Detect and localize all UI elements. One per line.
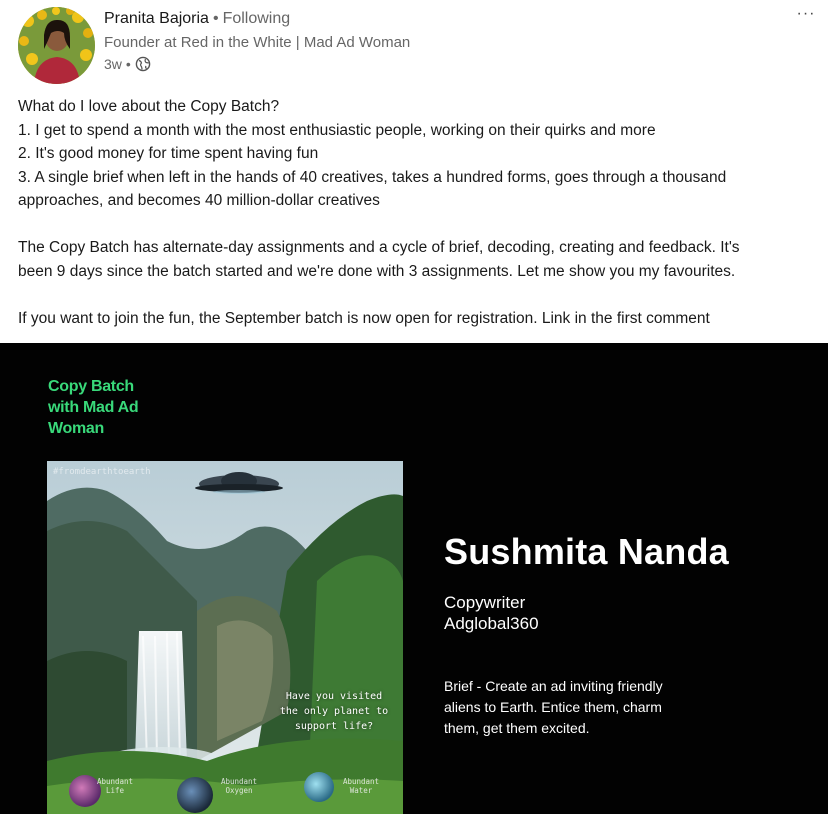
author-name[interactable]: Pranita Bajoria [104,10,209,27]
question-line: Have you visited [285,691,383,702]
brand-label: Copy Batch with Mad Ad Woman [48,376,188,439]
hashtag-label: #fromdearthtoearth [53,467,151,477]
author-headline: Founder at Red in the White | Mad Ad Wom… [104,34,411,51]
ad-creative-image: #fromdearthtoearth Have you visited the … [47,461,403,814]
post-meta: 3w • [104,56,151,72]
post-line: been 9 days since the batch started and … [18,262,736,280]
brand-line: with Mad Ad [48,399,139,416]
post-line: 2. It's good money for time spent having… [18,145,319,162]
post-media[interactable]: Copy Batch with Mad Ad Woman #fromdearth… [0,343,828,814]
post-header: Pranita Bajoria • Following Founder at Red… [0,0,828,92]
badge-line: Abundant [342,777,380,786]
question-line: support life? [294,721,374,732]
question-line: the only planet to [279,706,389,717]
brand-line: Copy Batch [48,378,134,395]
brief-line: aliens to Earth. Entice them, charm [444,699,662,715]
post-time: 3w [104,56,122,72]
post-text: What do I love about the Copy Batch? 1. … [18,95,818,330]
badge-abundant-oxygen: Abundant Oxygen [211,777,267,795]
follow-status: Following [222,10,291,27]
time-separator: • [125,56,131,72]
name-separator: • [212,10,219,27]
brief-text: Brief - Create an ad inviting friendly a… [444,676,744,739]
more-options-button[interactable]: ··· [794,6,818,26]
post-line: What do I love about the Copy Batch? [18,98,280,115]
badge-line: Oxygen [225,786,253,795]
author-avatar[interactable] [18,7,95,84]
ad-landscape-illustration [47,461,403,814]
featured-person-name: Sushmita Nanda [444,531,729,572]
featured-person-company: Adglobal360 [444,614,539,633]
badge-line: Life [105,786,125,795]
post-line: 3. A single brief when left in the hands… [18,168,727,186]
badge-abundant-water: Abundant Water [333,777,389,795]
post-line: 1. I get to spend a month with the most … [18,121,656,139]
globe-icon [135,56,151,72]
badge-line: Abundant [96,777,134,786]
featured-person-role: Copywriter [444,593,526,612]
brief-line: them, get them excited. [444,720,590,736]
post-line: approaches, and becomes 40 million-dolla… [18,192,380,209]
author-name-row: Pranita Bajoria • Following [104,10,290,28]
post-line: The Copy Batch has alternate-day assignm… [18,239,740,256]
brand-line: Woman [48,420,104,437]
badge-abundant-life: Abundant Life [87,777,143,795]
post-line: If you want to join the fun, the Septemb… [18,309,710,327]
avatar-photo [18,7,95,84]
ad-question: Have you visited the only planet to supp… [269,689,399,734]
brief-line: Brief - Create an ad inviting friendly [444,678,663,694]
badge-line: Abundant [220,777,258,786]
badge-line: Water [349,786,373,795]
